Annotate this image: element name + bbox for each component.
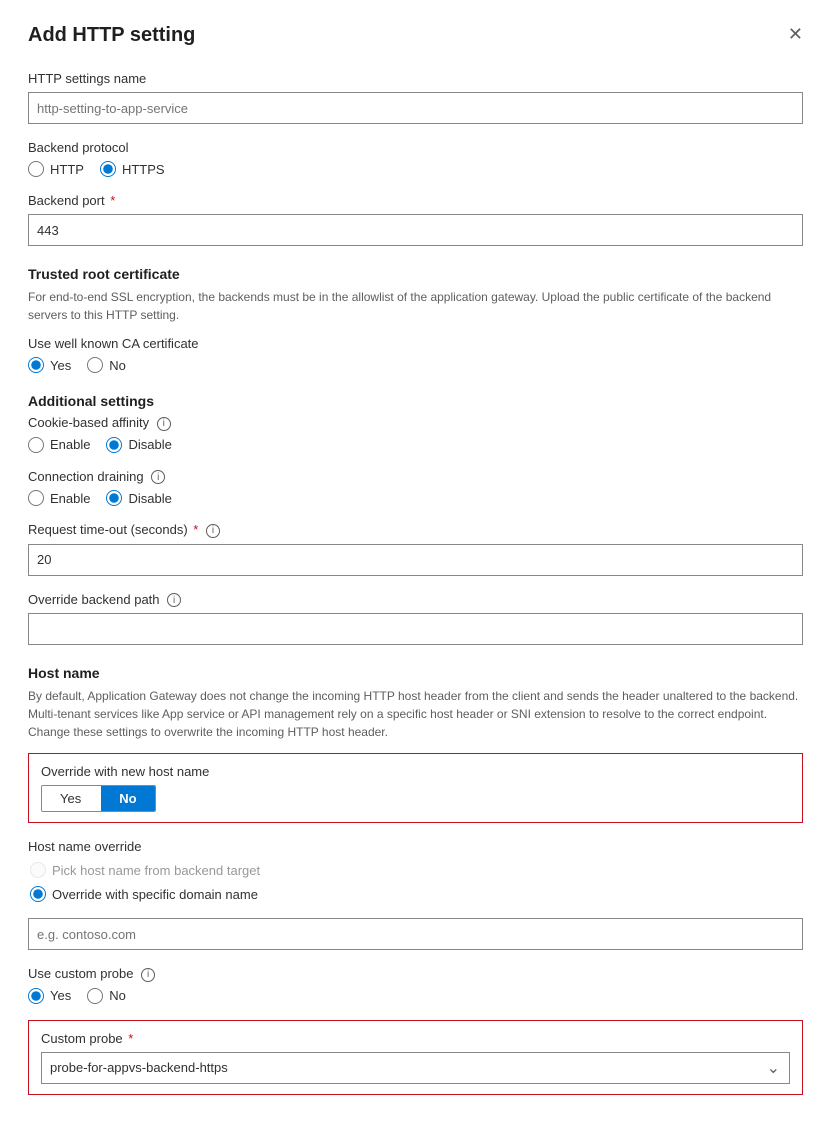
request-timeout-input[interactable] bbox=[28, 544, 803, 576]
override-toggle-group: Yes No bbox=[41, 785, 156, 812]
use-well-known-ca-yes-label: Yes bbox=[50, 358, 71, 373]
use-well-known-ca-no-label: No bbox=[109, 358, 126, 373]
domain-input[interactable] bbox=[28, 918, 803, 950]
trusted-root-cert-section: Trusted root certificate For end-to-end … bbox=[28, 266, 803, 373]
host-name-override-label: Host name override bbox=[28, 839, 803, 854]
backend-protocol-http-option[interactable]: HTTP bbox=[28, 161, 84, 177]
http-settings-name-group: HTTP settings name bbox=[28, 71, 803, 124]
override-new-host-name-label: Override with new host name bbox=[41, 764, 790, 779]
use-custom-probe-info-icon[interactable]: i bbox=[141, 968, 155, 982]
cookie-affinity-disable-option[interactable]: Disable bbox=[106, 437, 171, 453]
pick-host-from-backend-label: Pick host name from backend target bbox=[52, 863, 260, 878]
connection-draining-disable-label: Disable bbox=[128, 491, 171, 506]
trusted-root-cert-desc: For end-to-end SSL encryption, the backe… bbox=[28, 288, 803, 324]
use-custom-probe-radio-group: Yes No bbox=[28, 988, 803, 1004]
custom-probe-select[interactable]: probe-for-appvs-backend-https bbox=[41, 1052, 790, 1084]
backend-protocol-group: Backend protocol HTTP HTTPS bbox=[28, 140, 803, 177]
backend-port-group: Request time-out (seconds) Backend port … bbox=[28, 193, 803, 246]
backend-port-input[interactable] bbox=[28, 214, 803, 246]
custom-probe-label: Custom probe * bbox=[41, 1031, 790, 1046]
override-toggle-yes[interactable]: Yes bbox=[42, 786, 99, 811]
backend-protocol-radio-group: HTTP HTTPS bbox=[28, 161, 803, 177]
pick-host-from-backend-option: Pick host name from backend target bbox=[30, 862, 803, 878]
request-timeout-info-icon[interactable]: i bbox=[206, 524, 220, 538]
backend-protocol-https-option[interactable]: HTTPS bbox=[100, 161, 165, 177]
cookie-affinity-info-icon[interactable]: i bbox=[157, 417, 171, 431]
use-well-known-ca-group: Use well known CA certificate Yes No bbox=[28, 336, 803, 373]
host-name-heading: Host name bbox=[28, 665, 803, 681]
use-custom-probe-label: Use custom probe i bbox=[28, 966, 803, 982]
use-well-known-ca-no-option[interactable]: No bbox=[87, 357, 126, 373]
cookie-affinity-enable-option[interactable]: Enable bbox=[28, 437, 90, 453]
custom-probe-select-wrapper: probe-for-appvs-backend-https bbox=[41, 1052, 790, 1084]
connection-draining-info-icon[interactable]: i bbox=[151, 470, 165, 484]
use-well-known-ca-radio-group: Yes No bbox=[28, 357, 803, 373]
use-custom-probe-yes-label: Yes bbox=[50, 988, 71, 1003]
host-name-override-section: Host name override Pick host name from b… bbox=[28, 839, 803, 902]
request-timeout-label: Request time-out (seconds) * i bbox=[28, 522, 803, 538]
override-backend-path-input[interactable] bbox=[28, 613, 803, 645]
backend-protocol-label: Backend protocol bbox=[28, 140, 803, 155]
request-timeout-required-star: * bbox=[193, 522, 198, 537]
cookie-affinity-enable-label: Enable bbox=[50, 437, 90, 452]
trusted-root-cert-heading: Trusted root certificate bbox=[28, 266, 803, 282]
use-custom-probe-group: Use custom probe i Yes No bbox=[28, 966, 803, 1004]
connection-draining-label: Connection draining i bbox=[28, 469, 803, 485]
override-new-host-name-section: Override with new host name Yes No bbox=[28, 753, 803, 823]
override-toggle-no[interactable]: No bbox=[101, 786, 154, 811]
close-button[interactable]: ✕ bbox=[780, 20, 811, 49]
connection-draining-enable-label: Enable bbox=[50, 491, 90, 506]
use-custom-probe-no-option[interactable]: No bbox=[87, 988, 126, 1004]
add-http-setting-panel: Add HTTP setting ✕ HTTP settings name Ba… bbox=[0, 0, 831, 1119]
connection-draining-enable-option[interactable]: Enable bbox=[28, 490, 90, 506]
backend-port-required-star: * bbox=[110, 193, 115, 208]
custom-probe-required-star: * bbox=[128, 1031, 133, 1046]
additional-settings-heading: Additional settings bbox=[28, 393, 803, 409]
cookie-affinity-group: Cookie-based affinity i Enable Disable bbox=[28, 415, 803, 453]
override-specific-domain-option[interactable]: Override with specific domain name bbox=[30, 886, 803, 902]
http-settings-name-label: HTTP settings name bbox=[28, 71, 803, 86]
backend-port-label: Request time-out (seconds) Backend port … bbox=[28, 193, 803, 208]
cookie-affinity-label: Cookie-based affinity i bbox=[28, 415, 803, 431]
additional-settings-section: Additional settings Cookie-based affinit… bbox=[28, 393, 803, 645]
use-well-known-ca-yes-option[interactable]: Yes bbox=[28, 357, 71, 373]
custom-probe-section: Custom probe * probe-for-appvs-backend-h… bbox=[28, 1020, 803, 1095]
http-settings-name-input[interactable] bbox=[28, 92, 803, 124]
connection-draining-radio-group: Enable Disable bbox=[28, 490, 803, 506]
host-name-section: Host name By default, Application Gatewa… bbox=[28, 665, 803, 1095]
cookie-affinity-disable-label: Disable bbox=[128, 437, 171, 452]
connection-draining-disable-option[interactable]: Disable bbox=[106, 490, 171, 506]
panel-title: Add HTTP setting bbox=[28, 24, 803, 47]
cookie-affinity-radio-group: Enable Disable bbox=[28, 437, 803, 453]
override-backend-path-group: Override backend path i bbox=[28, 592, 803, 646]
override-specific-domain-label: Override with specific domain name bbox=[52, 887, 258, 902]
use-custom-probe-no-label: No bbox=[109, 988, 126, 1003]
backend-protocol-http-label: HTTP bbox=[50, 162, 84, 177]
use-custom-probe-yes-option[interactable]: Yes bbox=[28, 988, 71, 1004]
override-backend-path-label: Override backend path i bbox=[28, 592, 803, 608]
override-backend-path-info-icon[interactable]: i bbox=[167, 593, 181, 607]
connection-draining-group: Connection draining i Enable Disable bbox=[28, 469, 803, 507]
domain-input-group bbox=[28, 918, 803, 950]
use-well-known-ca-label: Use well known CA certificate bbox=[28, 336, 803, 351]
backend-protocol-https-label: HTTPS bbox=[122, 162, 165, 177]
request-timeout-group: Request time-out (seconds) * i bbox=[28, 522, 803, 576]
host-name-desc: By default, Application Gateway does not… bbox=[28, 687, 803, 741]
